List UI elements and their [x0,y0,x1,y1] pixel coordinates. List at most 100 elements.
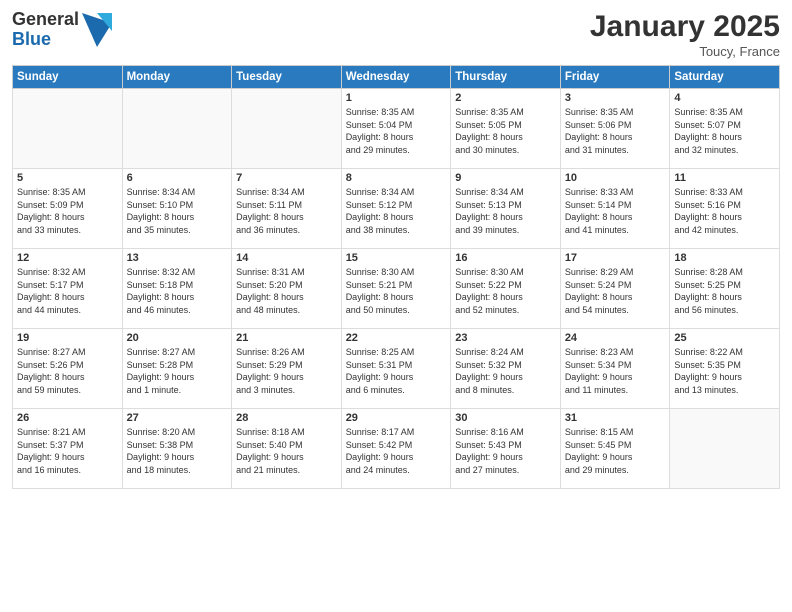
logo-general: General [12,10,79,30]
day-info: Sunrise: 8:35 AM Sunset: 5:04 PM Dayligh… [346,106,447,156]
day-number: 22 [346,332,447,344]
table-row: 2Sunrise: 8:35 AM Sunset: 5:05 PM Daylig… [451,89,561,169]
day-info: Sunrise: 8:35 AM Sunset: 5:06 PM Dayligh… [565,106,666,156]
day-info: Sunrise: 8:35 AM Sunset: 5:05 PM Dayligh… [455,106,556,156]
table-row: 16Sunrise: 8:30 AM Sunset: 5:22 PM Dayli… [451,249,561,329]
day-info: Sunrise: 8:16 AM Sunset: 5:43 PM Dayligh… [455,426,556,476]
day-info: Sunrise: 8:34 AM Sunset: 5:12 PM Dayligh… [346,186,447,236]
table-row: 23 Sunrise: 8:24 AM Sunset: 5:32 PM Dayli… [451,329,561,409]
table-row [232,89,342,169]
day-info: Sunrise: 8:34 AM Sunset: 5:13 PM Dayligh… [455,186,556,236]
table-row: 30 Sunrise: 8:16 AM Sunset: 5:43 PM Dayli… [451,409,561,489]
calendar-week-row: 26 Sunrise: 8:21 AM Sunset: 5:37 PM Dayli… [13,409,780,489]
calendar-week-row: 5 Sunrise: 8:35 AM Sunset: 5:09 PM Daylig… [13,169,780,249]
day-info: Sunrise: 8:24 AM Sunset: 5:32 PM Dayligh… [455,346,556,396]
calendar-week-row: 12Sunrise: 8:32 AM Sunset: 5:17 PM Dayli… [13,249,780,329]
day-info: Sunrise: 8:33 AM Sunset: 5:16 PM Dayligh… [674,186,775,236]
day-number: 28 [236,412,337,424]
table-row: 5 Sunrise: 8:35 AM Sunset: 5:09 PM Daylig… [13,169,123,249]
table-row: 12Sunrise: 8:32 AM Sunset: 5:17 PM Dayli… [13,249,123,329]
day-info: Sunrise: 8:30 AM Sunset: 5:21 PM Dayligh… [346,266,447,316]
day-info: Sunrise: 8:31 AM Sunset: 5:20 PM Dayligh… [236,266,337,316]
table-row [122,89,232,169]
calendar-week-row: 1 Sunrise: 8:35 AM Sunset: 5:04 PM Daylig… [13,89,780,169]
day-info: Sunrise: 8:17 AM Sunset: 5:42 PM Dayligh… [346,426,447,476]
day-number: 9 [455,172,556,184]
logo-blue: Blue [12,30,79,50]
table-row: 4Sunrise: 8:35 AM Sunset: 5:07 PM Daylig… [670,89,780,169]
table-row: 21 Sunrise: 8:26 AM Sunset: 5:29 PM Dayli… [232,329,342,409]
logo: General Blue [12,10,112,50]
day-number: 26 [17,412,118,424]
table-row: 19Sunrise: 8:27 AM Sunset: 5:26 PM Dayli… [13,329,123,409]
day-number: 20 [127,332,228,344]
day-number: 15 [346,252,447,264]
day-info: Sunrise: 8:29 AM Sunset: 5:24 PM Dayligh… [565,266,666,316]
header-wednesday: Wednesday [341,66,451,89]
day-number: 5 [17,172,118,184]
day-number: 21 [236,332,337,344]
day-number: 11 [674,172,775,184]
table-row: 11 Sunrise: 8:33 AM Sunset: 5:16 PM Dayli… [670,169,780,249]
table-row: 15 Sunrise: 8:30 AM Sunset: 5:21 PM Dayli… [341,249,451,329]
day-number: 19 [17,332,118,344]
table-row: 29 Sunrise: 8:17 AM Sunset: 5:42 PM Dayli… [341,409,451,489]
table-row: 13 Sunrise: 8:32 AM Sunset: 5:18 PM Dayli… [122,249,232,329]
header-monday: Monday [122,66,232,89]
calendar-week-row: 19Sunrise: 8:27 AM Sunset: 5:26 PM Dayli… [13,329,780,409]
day-number: 13 [127,252,228,264]
table-row: 31 Sunrise: 8:15 AM Sunset: 5:45 PM Dayli… [560,409,670,489]
table-row: 25 Sunrise: 8:22 AM Sunset: 5:35 PM Dayli… [670,329,780,409]
day-number: 1 [346,92,447,104]
header-tuesday: Tuesday [232,66,342,89]
day-number: 17 [565,252,666,264]
calendar-header-row: Sunday Monday Tuesday Wednesday Thursday… [13,66,780,89]
day-number: 16 [455,252,556,264]
header-sunday: Sunday [13,66,123,89]
day-number: 25 [674,332,775,344]
day-number: 6 [127,172,228,184]
day-number: 31 [565,412,666,424]
title-area: January 2025 Toucy, France [590,10,780,59]
day-number: 3 [565,92,666,104]
header: General Blue January 2025 Toucy, France [12,10,780,59]
table-row: 14Sunrise: 8:31 AM Sunset: 5:20 PM Dayli… [232,249,342,329]
table-row: 10Sunrise: 8:33 AM Sunset: 5:14 PM Dayli… [560,169,670,249]
day-info: Sunrise: 8:26 AM Sunset: 5:29 PM Dayligh… [236,346,337,396]
table-row: 17 Sunrise: 8:29 AM Sunset: 5:24 PM Dayli… [560,249,670,329]
table-row: 26 Sunrise: 8:21 AM Sunset: 5:37 PM Dayli… [13,409,123,489]
table-row: 24Sunrise: 8:23 AM Sunset: 5:34 PM Dayli… [560,329,670,409]
table-row: 3 Sunrise: 8:35 AM Sunset: 5:06 PM Daylig… [560,89,670,169]
page: General Blue January 2025 Toucy, France … [0,0,792,612]
day-number: 23 [455,332,556,344]
day-number: 4 [674,92,775,104]
calendar: Sunday Monday Tuesday Wednesday Thursday… [12,65,780,489]
day-number: 29 [346,412,447,424]
day-info: Sunrise: 8:20 AM Sunset: 5:38 PM Dayligh… [127,426,228,476]
day-info: Sunrise: 8:34 AM Sunset: 5:11 PM Dayligh… [236,186,337,236]
day-info: Sunrise: 8:21 AM Sunset: 5:37 PM Dayligh… [17,426,118,476]
table-row: 18 Sunrise: 8:28 AM Sunset: 5:25 PM Dayli… [670,249,780,329]
day-number: 30 [455,412,556,424]
logo-icon [82,13,112,47]
day-info: Sunrise: 8:22 AM Sunset: 5:35 PM Dayligh… [674,346,775,396]
table-row: 20 Sunrise: 8:27 AM Sunset: 5:28 PM Dayli… [122,329,232,409]
table-row: 6Sunrise: 8:34 AM Sunset: 5:10 PM Daylig… [122,169,232,249]
table-row: 1 Sunrise: 8:35 AM Sunset: 5:04 PM Daylig… [341,89,451,169]
day-number: 27 [127,412,228,424]
table-row [670,409,780,489]
day-info: Sunrise: 8:25 AM Sunset: 5:31 PM Dayligh… [346,346,447,396]
day-info: Sunrise: 8:27 AM Sunset: 5:28 PM Dayligh… [127,346,228,396]
table-row: 9 Sunrise: 8:34 AM Sunset: 5:13 PM Daylig… [451,169,561,249]
table-row [13,89,123,169]
day-info: Sunrise: 8:33 AM Sunset: 5:14 PM Dayligh… [565,186,666,236]
day-number: 18 [674,252,775,264]
table-row: 7Sunrise: 8:34 AM Sunset: 5:11 PM Daylig… [232,169,342,249]
day-info: Sunrise: 8:35 AM Sunset: 5:09 PM Dayligh… [17,186,118,236]
header-friday: Friday [560,66,670,89]
day-info: Sunrise: 8:32 AM Sunset: 5:18 PM Dayligh… [127,266,228,316]
day-info: Sunrise: 8:15 AM Sunset: 5:45 PM Dayligh… [565,426,666,476]
table-row: 27 Sunrise: 8:20 AM Sunset: 5:38 PM Dayli… [122,409,232,489]
month-title: January 2025 [590,10,780,44]
day-info: Sunrise: 8:28 AM Sunset: 5:25 PM Dayligh… [674,266,775,316]
